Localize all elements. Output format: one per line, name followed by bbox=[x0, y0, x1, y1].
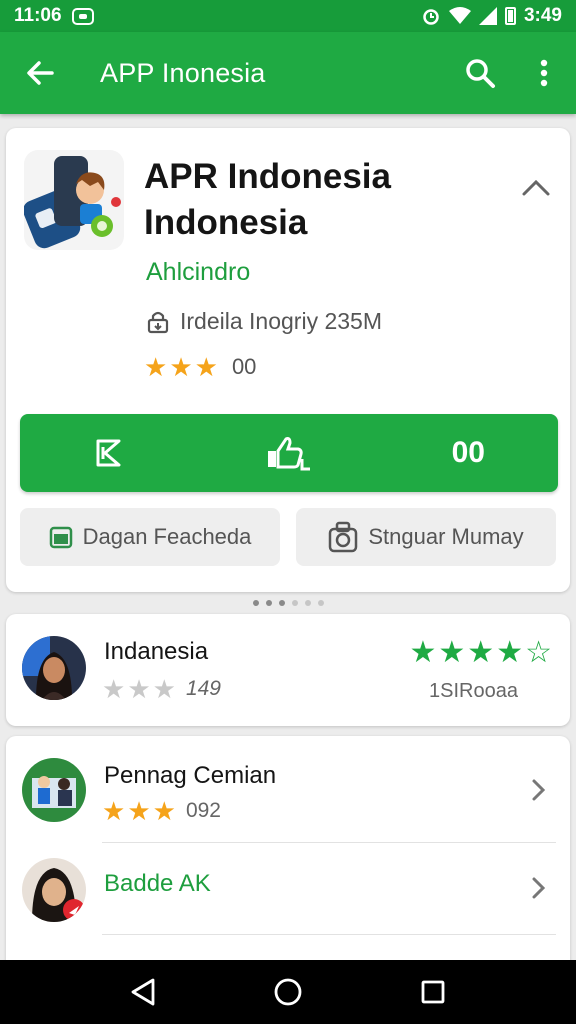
star-icon: ★ bbox=[144, 352, 168, 382]
count-button[interactable]: 00 bbox=[379, 414, 558, 492]
system-nav-bar bbox=[0, 960, 576, 1024]
back-icon bbox=[27, 61, 54, 85]
collapse-button[interactable] bbox=[516, 168, 556, 208]
back-button[interactable] bbox=[0, 32, 80, 114]
app-bar: APP Inonesia bbox=[0, 32, 576, 114]
wifi-icon bbox=[448, 7, 471, 24]
nav-home-icon bbox=[274, 978, 302, 1006]
star-icon: ★ bbox=[127, 796, 151, 826]
secondary-button-left[interactable]: Dagan Feacheda bbox=[20, 508, 280, 566]
reviewer-count: 149 bbox=[185, 677, 221, 700]
app-rating: ★ ★ ★ 00 bbox=[144, 354, 256, 380]
more-vert-icon bbox=[540, 59, 548, 87]
divider bbox=[102, 934, 556, 935]
list-item-name: Pennag Cemian bbox=[104, 762, 277, 789]
star-outline-icon: ☆ bbox=[525, 636, 552, 669]
calendar-icon bbox=[49, 526, 72, 549]
download-size-icon bbox=[147, 311, 169, 333]
app-name-line2: Indonesia bbox=[144, 203, 308, 242]
nav-home-button[interactable] bbox=[258, 962, 318, 1022]
nav-recents-icon bbox=[421, 980, 445, 1004]
app-details-card: APR Indonesia Indonesia Ahlcindro Irdeil… bbox=[6, 128, 570, 592]
pager-dot[interactable] bbox=[278, 600, 285, 606]
review-card[interactable]: Indanesia ★ ★ ★ 149 ★ ★ ★ ★ ☆ 1SIRooaa bbox=[6, 614, 570, 726]
status-bar: 11:06 3:49 bbox=[0, 0, 576, 32]
avatar bbox=[22, 758, 86, 822]
collapse-icon bbox=[522, 179, 550, 196]
status-time: 11:06 bbox=[14, 5, 62, 26]
avatar bbox=[22, 858, 86, 922]
list-item[interactable]: Pennag Cemian ★ ★ ★ 092 bbox=[6, 748, 570, 848]
nav-back-icon bbox=[131, 978, 155, 1006]
app-name-line1: APR Indonesia bbox=[144, 157, 391, 196]
search-icon bbox=[466, 59, 495, 88]
star-icon: ★ bbox=[152, 796, 176, 826]
secondary-button-right-label: Stnguar Mumay bbox=[368, 524, 524, 549]
battery-icon bbox=[504, 7, 516, 25]
secondary-button-left-label: Dagan Feacheda bbox=[82, 524, 252, 549]
action-bar: 00 bbox=[20, 414, 558, 492]
review-subtitle: 1SIRooaa bbox=[429, 680, 518, 702]
nav-recents-button[interactable] bbox=[403, 962, 463, 1022]
chevron-right-icon bbox=[524, 776, 552, 804]
like-button[interactable] bbox=[199, 414, 378, 492]
list-item-stars: ★ ★ ★ 092 bbox=[102, 798, 221, 824]
pager-dots bbox=[0, 600, 576, 606]
star-icon: ★ bbox=[467, 636, 495, 669]
share-button[interactable] bbox=[20, 414, 199, 492]
pager-dot[interactable] bbox=[291, 600, 298, 606]
list-item-count: 092 bbox=[185, 799, 221, 822]
divider bbox=[102, 842, 556, 843]
pager-dot[interactable] bbox=[252, 600, 259, 606]
notification-icon bbox=[71, 7, 94, 25]
list-item[interactable]: Badde AK bbox=[6, 846, 570, 946]
secondary-button-right[interactable]: Stnguar Mumay bbox=[296, 508, 556, 566]
app-meta-text: Irdeila Inogriy 235M bbox=[180, 308, 382, 334]
review-rating: ★ ★ ★ ★ ☆ bbox=[409, 638, 552, 668]
star-icon: ★ bbox=[127, 674, 151, 704]
app-meta: Irdeila Inogriy 235M bbox=[146, 308, 382, 335]
reviewer-name: Indanesia bbox=[104, 638, 209, 665]
list-item-name: Badde AK bbox=[104, 870, 211, 897]
star-icon: ★ bbox=[152, 674, 176, 704]
nav-back-button[interactable] bbox=[113, 962, 173, 1022]
search-button[interactable] bbox=[448, 32, 512, 114]
avatar bbox=[22, 636, 86, 700]
pager-dot[interactable] bbox=[304, 600, 311, 606]
more-button[interactable] bbox=[512, 32, 576, 114]
star-icon: ★ bbox=[496, 636, 524, 669]
app-bar-title: APP Inonesia bbox=[100, 57, 266, 88]
star-icon: ★ bbox=[102, 796, 126, 826]
pager-dot[interactable] bbox=[265, 600, 272, 606]
star-icon: ★ bbox=[169, 352, 193, 382]
camera-icon bbox=[329, 521, 358, 553]
pager-dot[interactable] bbox=[317, 600, 324, 606]
app-name: APR Indonesia Indonesia bbox=[144, 154, 484, 246]
list-card: Pennag Cemian ★ ★ ★ 092 Badde AK bbox=[6, 736, 570, 996]
signal-icon bbox=[478, 7, 497, 25]
chevron-right-icon bbox=[524, 874, 552, 902]
star-icon: ★ bbox=[438, 636, 466, 669]
star-icon: ★ bbox=[194, 352, 218, 382]
rating-count: 00 bbox=[231, 354, 257, 379]
like-icon bbox=[267, 437, 310, 471]
reviewer-stars: ★ ★ ★ 149 bbox=[102, 676, 221, 702]
developer-name[interactable]: Ahlcindro bbox=[146, 258, 250, 287]
star-icon: ★ bbox=[409, 636, 437, 669]
app-logo bbox=[23, 150, 124, 250]
share-icon bbox=[96, 439, 121, 467]
status-clock: 3:49 bbox=[523, 5, 562, 26]
action-count: 00 bbox=[451, 436, 485, 469]
star-icon: ★ bbox=[102, 674, 126, 704]
alarm-icon bbox=[423, 9, 439, 25]
